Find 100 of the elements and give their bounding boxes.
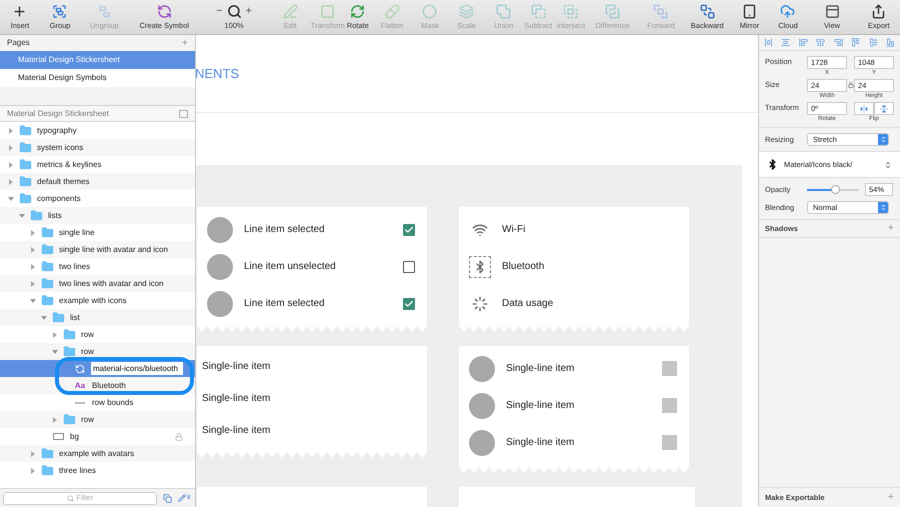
flip-vertical-button[interactable]: [874, 102, 894, 115]
list-item-text: Line item unselected: [244, 260, 337, 274]
folder-icon: [18, 141, 32, 154]
layer-row[interactable]: lists: [0, 207, 195, 224]
avatar: [207, 254, 233, 280]
disclosure-triangle-icon[interactable]: [30, 264, 36, 270]
disclosure-triangle-icon[interactable]: [8, 144, 14, 150]
disclosure-triangle-icon[interactable]: [8, 196, 14, 202]
flip-horizontal-icon: [860, 104, 868, 112]
disclosure-triangle-icon[interactable]: [30, 246, 36, 252]
symbol-icon: [75, 364, 85, 374]
avatar: [469, 392, 495, 418]
layer-name: typography: [37, 124, 77, 136]
collapse-icon[interactable]: [179, 110, 188, 118]
align-icon[interactable]: [886, 38, 895, 47]
folder-icon: [62, 345, 76, 358]
layer-row[interactable]: default themes: [0, 173, 195, 190]
avatar: [469, 356, 495, 382]
stepper-icon: [878, 202, 888, 213]
checkbox[interactable]: [403, 260, 415, 272]
pill-icon: [384, 4, 400, 20]
align-icon[interactable]: [868, 38, 878, 47]
layer-name: Bluetooth: [92, 380, 126, 392]
disclosure-triangle-icon[interactable]: [8, 128, 14, 134]
list-item-text: Wi-Fi: [502, 223, 526, 237]
align-icon[interactable]: [834, 38, 843, 47]
pencil-icon[interactable]: [178, 494, 186, 502]
layers-title: Material Design Stickersheet: [7, 108, 109, 120]
disclosure-triangle-icon[interactable]: [30, 468, 36, 474]
align-icon[interactable]: [781, 38, 790, 47]
folder-icon: [62, 413, 76, 426]
folder-icon: [18, 175, 32, 188]
difference-icon: [604, 4, 620, 20]
list-item-text: Single-line item: [506, 399, 576, 413]
layer-name: default themes: [37, 176, 90, 188]
layer-name: list: [70, 312, 80, 324]
layer-row[interactable]: single line with avatar and icon: [0, 241, 195, 258]
disclosure-triangle-icon[interactable]: [19, 212, 25, 218]
layer-row[interactable]: system icons: [0, 139, 195, 156]
layer-row[interactable]: material-icons/bluetooth: [0, 360, 195, 377]
list-item-text: Data usage: [502, 297, 554, 311]
checkbox[interactable]: [403, 224, 415, 236]
section-heading: NENTS: [196, 64, 240, 83]
folder-icon: [40, 277, 54, 290]
folder-icon: [40, 464, 54, 477]
disclosure-triangle-icon[interactable]: [52, 416, 58, 422]
group-icon: [52, 4, 68, 20]
folder-icon: [62, 328, 76, 341]
square-icon: [662, 361, 677, 376]
insert-icon: [12, 4, 28, 20]
avatar: [469, 430, 495, 456]
list-item-text: Single-line item: [202, 392, 272, 406]
disclosure-triangle-icon[interactable]: [30, 298, 36, 304]
disclosure-triangle-icon[interactable]: [41, 314, 47, 320]
folder-icon: [18, 124, 32, 137]
panel-icon: [824, 4, 840, 20]
lock-icon[interactable]: [848, 82, 854, 88]
zoom-out-button[interactable]: −: [216, 6, 222, 18]
disclosure-triangle-icon[interactable]: [30, 450, 36, 456]
zoom-icon[interactable]: [226, 4, 242, 20]
disclosure-triangle-icon[interactable]: [30, 230, 36, 236]
flip-horizontal-button[interactable]: [854, 102, 874, 115]
disclosure-triangle-icon[interactable]: [8, 162, 14, 168]
folder-icon: [40, 260, 54, 273]
layer-name-field[interactable]: material-icons/bluetooth: [91, 362, 183, 375]
layer-row[interactable]: example with avatars: [0, 445, 195, 462]
disclosure-triangle-icon[interactable]: [8, 178, 14, 184]
folder-icon: [18, 192, 32, 205]
pen-icon: [282, 4, 298, 20]
disclosure-triangle-icon[interactable]: [52, 332, 58, 338]
layer-name: lists: [48, 210, 62, 222]
layer-name: example with avatars: [59, 448, 134, 460]
disclosure-triangle-icon[interactable]: [52, 348, 58, 354]
layer-row[interactable]: row: [0, 411, 195, 428]
union-icon: [496, 4, 512, 20]
list-item-text: Single-line item: [506, 362, 576, 376]
align-icon[interactable]: [764, 38, 773, 47]
square-icon: [662, 398, 677, 413]
pages-title: Pages: [7, 37, 30, 49]
subtract-icon: [530, 4, 546, 20]
checkbox[interactable]: [403, 298, 415, 310]
share-icon: [871, 4, 886, 20]
copy-icon[interactable]: [163, 494, 172, 502]
list-item-text: Single-line item: [506, 436, 576, 450]
align-icon[interactable]: [816, 38, 826, 47]
slider-thumb[interactable]: [831, 184, 840, 194]
search-icon: [66, 494, 74, 502]
intersect-icon: [563, 4, 578, 20]
layer-name: system icons: [37, 142, 84, 154]
zoom-in-button[interactable]: +: [246, 6, 252, 18]
layer-row[interactable]: list: [0, 309, 195, 326]
square-icon: [662, 435, 677, 450]
layer-name: row: [81, 346, 94, 358]
align-icon[interactable]: [798, 38, 808, 47]
square-icon: [320, 4, 336, 20]
page-item[interactable]: Material Design Symbols: [0, 69, 195, 87]
disclosure-triangle-icon[interactable]: [30, 280, 36, 286]
layer-row[interactable]: two lines with avatar and icon: [0, 275, 195, 292]
text-layer-icon: Aa: [74, 382, 86, 390]
align-icon[interactable]: [851, 38, 860, 47]
